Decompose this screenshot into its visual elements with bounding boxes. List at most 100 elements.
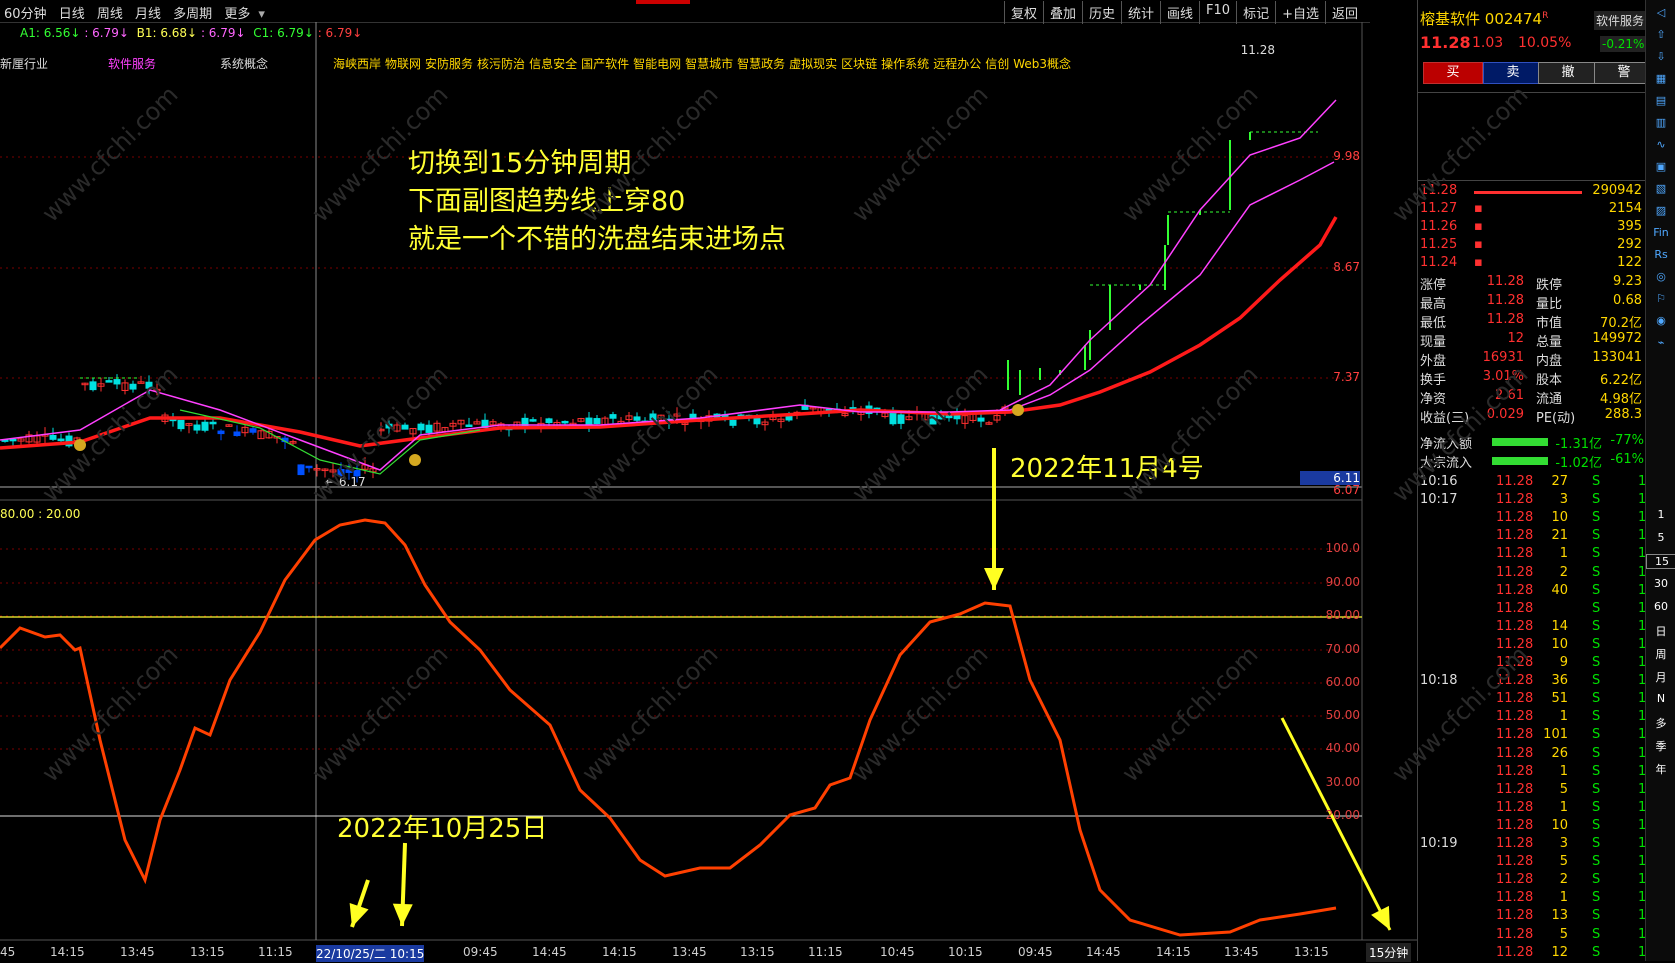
tick-row: 11.28 21 S 1 bbox=[1496, 528, 1647, 544]
orderbook-row: 11.27 ▪ 2154 bbox=[1420, 201, 1642, 216]
cancel-order-button[interactable]: 撤 bbox=[1538, 62, 1598, 84]
side-period-60[interactable]: 60 bbox=[1646, 600, 1675, 613]
stock-name-code: 榕基软件 002474R bbox=[1420, 8, 1548, 29]
indicator-axis-label: 50.00 bbox=[1325, 708, 1360, 722]
tick-row: 11.28 14 S 1 bbox=[1496, 618, 1647, 634]
stock-pct: 10.05% bbox=[1518, 35, 1572, 51]
side-period-30[interactable]: 30 bbox=[1646, 577, 1675, 590]
stock-flag: R bbox=[1542, 11, 1549, 21]
tick-row: 10:16 11.28 27 S 1 bbox=[1420, 474, 1647, 489]
side-tool-icon[interactable]: ◎ bbox=[1646, 270, 1675, 283]
side-tool-icon[interactable]: ▨ bbox=[1646, 204, 1675, 217]
candle-body bbox=[233, 431, 241, 437]
orderbook-row: 11.24 ▪ 122 bbox=[1420, 255, 1642, 270]
side-tool-icon[interactable]: Rs bbox=[1646, 248, 1675, 261]
candle-body bbox=[89, 381, 97, 391]
side-tool-icon[interactable]: ⇧ bbox=[1646, 28, 1675, 41]
side-tool-icon[interactable]: ▥ bbox=[1646, 116, 1675, 129]
candle-body bbox=[9, 438, 17, 442]
sector-tag[interactable]: 软件服务 bbox=[1594, 11, 1646, 30]
sub-chart-header: 80.00 : 20.00 bbox=[0, 507, 81, 521]
period-indicator: 15分钟 bbox=[1366, 943, 1412, 962]
candle-body bbox=[105, 380, 113, 383]
side-tool-icon[interactable]: ⚐ bbox=[1646, 292, 1675, 305]
side-period-日[interactable]: 日 bbox=[1646, 623, 1675, 639]
quote-row: 最低 11.28 市值 70.2亿 bbox=[1420, 312, 1642, 331]
tick-row: 11.28 1 S 1 bbox=[1496, 546, 1647, 562]
tick-row: 11.28 1 S 1 bbox=[1496, 799, 1647, 815]
orderbook-row: 11.25 ▪ 292 bbox=[1420, 237, 1642, 252]
arrow-oct25-a-head bbox=[349, 902, 369, 927]
sector-pct: -0.21% bbox=[1600, 36, 1647, 52]
candle-body bbox=[889, 411, 897, 425]
side-period-年[interactable]: 年 bbox=[1646, 761, 1675, 777]
candle-body bbox=[729, 419, 737, 426]
candle-body bbox=[193, 424, 201, 431]
candle-body bbox=[753, 417, 761, 425]
price-axis-label: 7.37 bbox=[1333, 370, 1360, 384]
candle-body bbox=[417, 423, 425, 431]
time-axis-label: 14:15 bbox=[50, 945, 85, 959]
side-period-季[interactable]: 季 bbox=[1646, 738, 1675, 754]
indicator-axis-label: 20.00 bbox=[1325, 808, 1360, 822]
stock-price: 11.28 bbox=[1420, 33, 1471, 52]
time-axis-label: 13:45 bbox=[1224, 945, 1259, 959]
side-period-周[interactable]: 周 bbox=[1646, 646, 1675, 662]
divider bbox=[1418, 92, 1646, 93]
tick-row: 11.28 10 S 1 bbox=[1496, 636, 1647, 652]
candle-body bbox=[297, 464, 305, 476]
side-tool-icon[interactable]: ▣ bbox=[1646, 160, 1675, 173]
tick-row: 11.28 10 S 1 bbox=[1496, 510, 1647, 526]
side-tool-icon[interactable]: Fin bbox=[1646, 226, 1675, 239]
time-axis-label: 45 bbox=[0, 945, 16, 959]
side-period-5[interactable]: 5 bbox=[1646, 531, 1675, 544]
side-tool-icon[interactable]: ∿ bbox=[1646, 138, 1675, 151]
side-period-多[interactable]: 多 bbox=[1646, 715, 1675, 731]
trend-indicator-line bbox=[0, 518, 1337, 937]
stock-change: 1.03 bbox=[1472, 35, 1504, 51]
arrow-oct25-b-head bbox=[392, 903, 413, 926]
tick-row: 11.28 5 S 1 bbox=[1496, 926, 1647, 942]
time-axis-label: 13:15 bbox=[1294, 945, 1329, 959]
tick-row: 10:19 11.28 3 S 1 bbox=[1420, 836, 1647, 851]
quote-row: 现量 12 总量 149972 bbox=[1420, 331, 1642, 350]
side-period-15[interactable]: 15 bbox=[1646, 554, 1675, 569]
candle-body bbox=[249, 428, 257, 433]
side-period-1[interactable]: 1 bbox=[1646, 508, 1675, 521]
price-axis-label: 6.07 bbox=[1333, 483, 1360, 497]
orderbook-row: 11.28 290942 bbox=[1420, 183, 1642, 198]
side-period-月[interactable]: 月 bbox=[1646, 669, 1675, 685]
annotation-date-2: 2022年10月25日 bbox=[337, 814, 548, 844]
tick-row: 11.28 2 S 1 bbox=[1496, 564, 1647, 580]
side-tool-icon[interactable]: ⌁ bbox=[1646, 336, 1675, 349]
side-period-N[interactable]: N bbox=[1646, 692, 1675, 705]
candle-body bbox=[689, 413, 697, 419]
side-tool-icon[interactable]: ◁ bbox=[1646, 6, 1675, 19]
quote-row: 净资 2.61 流通 4.98亿 bbox=[1420, 388, 1642, 407]
candle-body bbox=[177, 419, 185, 430]
time-axis-label: 22/10/25/二 10:15 bbox=[316, 945, 425, 962]
indicator-axis-label: 60.00 bbox=[1325, 675, 1360, 689]
candle-body bbox=[977, 417, 985, 422]
stock-name: 榕基软件 bbox=[1420, 10, 1481, 28]
time-axis-label: 10:15 bbox=[948, 945, 983, 959]
buy-button[interactable]: 买 bbox=[1423, 62, 1483, 84]
side-tool-icon[interactable]: ⇩ bbox=[1646, 50, 1675, 63]
orderbook-row: 11.26 ▪ 395 bbox=[1420, 219, 1642, 234]
stock-code: 002474 bbox=[1484, 10, 1543, 28]
price-axis-label: 8.67 bbox=[1333, 260, 1360, 274]
tick-row: 11.28 5 S 1 bbox=[1496, 854, 1647, 870]
signal-marker-icon bbox=[1012, 404, 1024, 416]
candle-body bbox=[425, 424, 433, 433]
peak-price-label: 11.28 bbox=[1240, 43, 1275, 57]
candle-body bbox=[561, 420, 569, 424]
side-tool-icon[interactable]: ▦ bbox=[1646, 72, 1675, 85]
indicator-axis-label: 40.00 bbox=[1325, 741, 1360, 755]
candle-body bbox=[897, 414, 905, 424]
time-axis-label: 09:45 bbox=[463, 945, 498, 959]
side-tool-icon[interactable]: ◉ bbox=[1646, 314, 1675, 327]
side-tool-icon[interactable]: ▧ bbox=[1646, 182, 1675, 195]
tick-row: 10:18 11.28 36 S 1 bbox=[1420, 673, 1647, 689]
quote-row: 外盘 16931 内盘 133041 bbox=[1420, 350, 1642, 369]
side-tool-icon[interactable]: ▤ bbox=[1646, 94, 1675, 107]
